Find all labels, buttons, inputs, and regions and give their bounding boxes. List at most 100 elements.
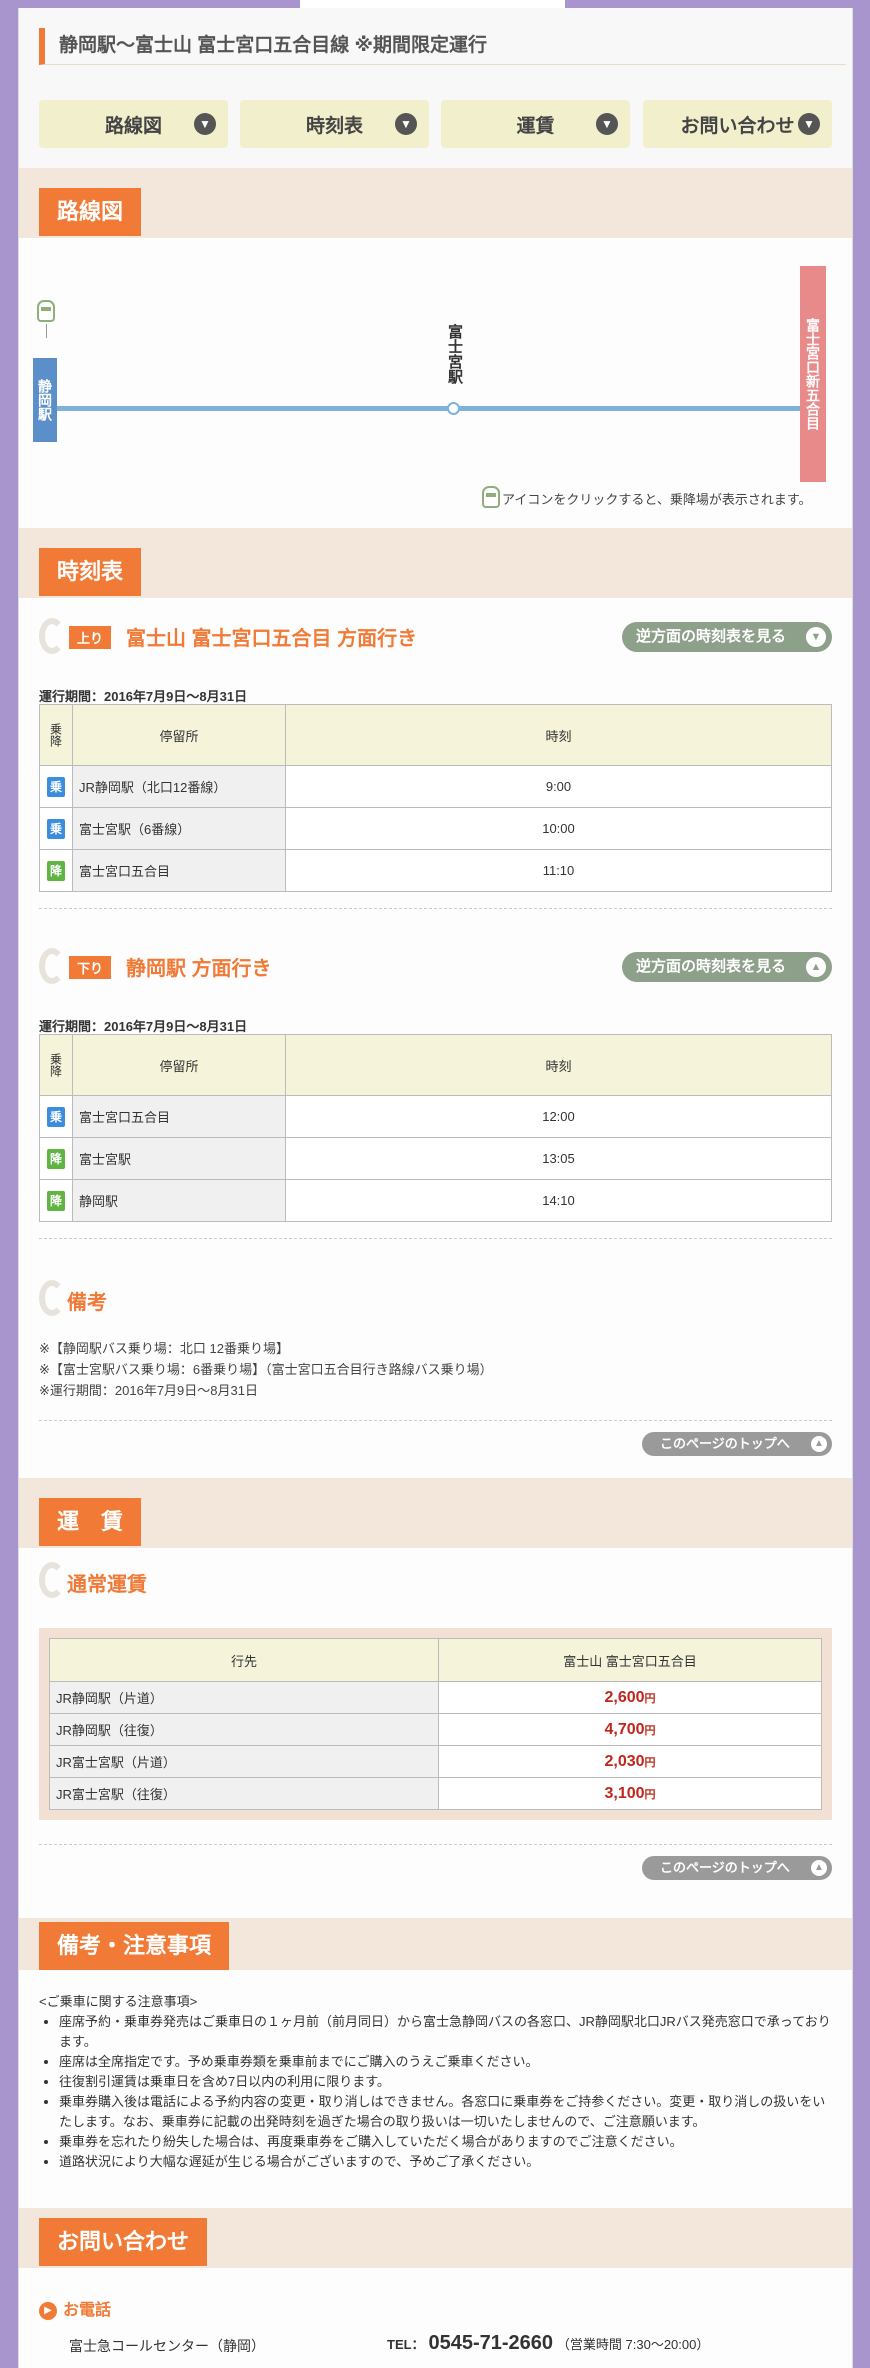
table-row: JR静岡駅（往復） 4,700円	[49, 1713, 822, 1746]
fare-subtitle: 通常運賃	[67, 1574, 147, 1596]
time-cell: 12:00	[285, 1095, 832, 1138]
stop-end[interactable]: 富士宮口新五合目	[800, 266, 826, 482]
time-cell: 9:00	[285, 765, 832, 808]
top-notch	[300, 0, 565, 8]
col-time: 時刻	[285, 704, 832, 766]
chevron-down-icon: ▼	[806, 627, 826, 647]
arc-decoration	[39, 1562, 65, 1598]
page-top-label: このページのトップへ	[660, 1860, 790, 1875]
bus-stop-icon[interactable]	[37, 300, 55, 322]
chevron-up-icon: ▲	[806, 957, 826, 977]
fare-section-band	[19, 1478, 852, 1548]
timetable-heading: 時刻表	[39, 548, 142, 596]
list-item: 乗車券購入後は電話による予約内容の変更・取り消しはできません。各窓口に乗車券をご…	[59, 2092, 832, 2132]
alight-badge: 降	[47, 1190, 65, 1211]
chevron-up-icon: ▲	[811, 1860, 827, 1876]
list-item: 道路状況により大幅な遅延が生じる場合がございますので、予めご了承ください。	[59, 2152, 832, 2172]
divider	[39, 908, 832, 909]
price-cell: 2,600円	[438, 1681, 822, 1714]
notes-intro: <ご乗車に関する注意事項>	[39, 1994, 198, 2009]
chevron-down-icon: ▼	[395, 113, 417, 135]
route-heading: 路線図	[39, 188, 142, 236]
tab-label: お問い合わせ	[680, 115, 795, 137]
direction-badge: 下り	[69, 956, 112, 979]
list-item: 座席は全席指定です。予め乗車券類を乗車前までにご購入のうえご乗車ください。	[59, 2052, 832, 2072]
fare-sub-header	[39, 1562, 832, 1598]
remark-line: ※運行期間：2016年7月9日～8月31日	[39, 1383, 258, 1398]
route-map: 静岡駅 富士宮駅 富士宮口新五合目 アイコンをクリックすると、乗降場が表示されま…	[19, 238, 852, 528]
list-item: 座席予約・乗車券発売はご乗車日の１ヶ月前（前月同日）から富士急静岡バスの各窓口、…	[59, 2012, 832, 2052]
tel-number[interactable]: 0545-71-2660	[428, 2332, 553, 2354]
page-top-button[interactable]: このページのトップへ ▲	[642, 1432, 832, 1456]
price-cell: 3,100円	[438, 1777, 822, 1810]
page-top-button[interactable]: このページのトップへ ▲	[642, 1856, 832, 1880]
remark-line: ※【富士宮駅バス乗り場：6番乗り場】（富士宮口五合目行き路線バス乗り場）	[39, 1362, 493, 1377]
timetable-down: 乗降 停留所 時刻 乗 富士宮口五合目 12:00 降 富士宮駅 13:05 降…	[39, 1034, 832, 1222]
tab-label: 路線図	[104, 115, 162, 137]
stop-cell: 富士宮口五合目	[72, 1095, 286, 1138]
divider	[39, 1844, 832, 1845]
phone-heading: ▶ お電話	[39, 2296, 111, 2320]
dest-cell: JR静岡駅（往復）	[49, 1713, 439, 1746]
divider	[39, 1420, 832, 1421]
table-row: 降 富士宮駅 13:05	[39, 1137, 832, 1180]
time-cell: 11:10	[285, 849, 832, 892]
table-row: 乗 富士宮駅（6番線） 10:00	[39, 807, 832, 850]
route-line	[57, 406, 810, 411]
tab-timetable[interactable]: 時刻表 ▼	[240, 100, 429, 148]
connector-line	[46, 324, 47, 338]
dest-cell: JR富士宮駅（片道）	[49, 1745, 439, 1778]
col-stop: 停留所	[72, 704, 286, 766]
stop-cell: 富士宮駅	[72, 1137, 286, 1180]
direction-up-header: 上り 富士山 富士宮口五合目 方面行き 逆方面の時刻表を見る ▼	[39, 618, 832, 654]
divider	[39, 1238, 832, 1239]
notes-items: 座席予約・乗車券発売はご乗車日の１ヶ月前（前月同日）から富士急静岡バスの各窓口、…	[39, 2012, 832, 2172]
timetable-section-band	[19, 528, 852, 598]
tel-hours: （営業時間 7:30～20:00）	[556, 2337, 710, 2352]
stop-mid-label: 富士宮駅	[446, 324, 463, 384]
notes-heading: 備考・注意事項	[39, 1922, 230, 1970]
table-row: 降 静岡駅 14:10	[39, 1179, 832, 1222]
chevron-right-icon: ▶	[39, 2301, 57, 2320]
operation-period: 運行期間：2016年7月9日～8月31日	[39, 1019, 248, 1034]
fare-table: 行先 富士山 富士宮口五合目 JR静岡駅（片道） 2,600円 JR静岡駅（往復…	[49, 1638, 822, 1810]
phone-center: 富士急コールセンター（静岡）	[69, 2338, 265, 2354]
tab-route-map[interactable]: 路線図 ▼	[39, 100, 228, 148]
stop-cell: 富士宮口五合目	[72, 849, 286, 892]
reverse-timetable-button[interactable]: 逆方面の時刻表を見る ▲	[622, 952, 832, 982]
operation-period: 運行期間：2016年7月9日～8月31日	[39, 689, 248, 704]
notes-list: <ご乗車に関する注意事項> 座席予約・乗車券発売はご乗車日の１ヶ月前（前月同日）…	[39, 1992, 832, 2172]
reverse-timetable-button[interactable]: 逆方面の時刻表を見る ▼	[622, 622, 832, 652]
route-section-band	[19, 168, 852, 238]
table-row: JR富士宮駅（往復） 3,100円	[49, 1777, 822, 1810]
stop-mid-dot[interactable]	[447, 402, 460, 415]
arc-decoration	[39, 618, 65, 654]
tab-contact[interactable]: お問い合わせ ▼	[643, 100, 832, 148]
time-cell: 13:05	[285, 1137, 832, 1180]
time-cell: 14:10	[285, 1179, 832, 1222]
remarks-title: 備考	[67, 1292, 107, 1314]
table-row: 乗 富士宮口五合目 12:00	[39, 1095, 832, 1138]
tab-label: 時刻表	[305, 115, 363, 137]
route-note: アイコンをクリックすると、乗降場が表示されます。	[502, 492, 812, 507]
board-badge: 乗	[47, 776, 65, 797]
fare-heading: 運 賃	[39, 1498, 142, 1546]
list-item: 乗車券を忘れたり紛失した場合は、再度乗車券をご購入していただく場合がありますので…	[59, 2132, 832, 2152]
tab-fare[interactable]: 運賃 ▼	[441, 100, 630, 148]
arc-decoration	[39, 1280, 65, 1316]
stop-start[interactable]: 静岡駅	[33, 358, 57, 442]
table-row: 降 富士宮口五合目 11:10	[39, 849, 832, 892]
bus-stop-icon	[482, 486, 500, 508]
table-row: JR富士宮駅（片道） 2,030円	[49, 1745, 822, 1778]
dest-cell: JR富士宮駅（往復）	[49, 1777, 439, 1810]
col-ride: 乗降	[39, 704, 73, 766]
alight-badge: 降	[47, 860, 65, 881]
chevron-down-icon: ▼	[596, 113, 618, 135]
direction-title: 富士山 富士宮口五合目 方面行き	[126, 628, 418, 650]
table-header: 乗降 停留所 時刻	[39, 704, 832, 766]
table-header: 行先 富士山 富士宮口五合目	[49, 1638, 822, 1682]
tab-bar: 路線図 ▼ 時刻表 ▼ 運賃 ▼ お問い合わせ ▼	[39, 100, 832, 148]
alight-badge: 降	[47, 1148, 65, 1169]
chevron-up-icon: ▲	[811, 1436, 827, 1452]
stop-cell: JR静岡駅（北口12番線）	[72, 765, 286, 808]
